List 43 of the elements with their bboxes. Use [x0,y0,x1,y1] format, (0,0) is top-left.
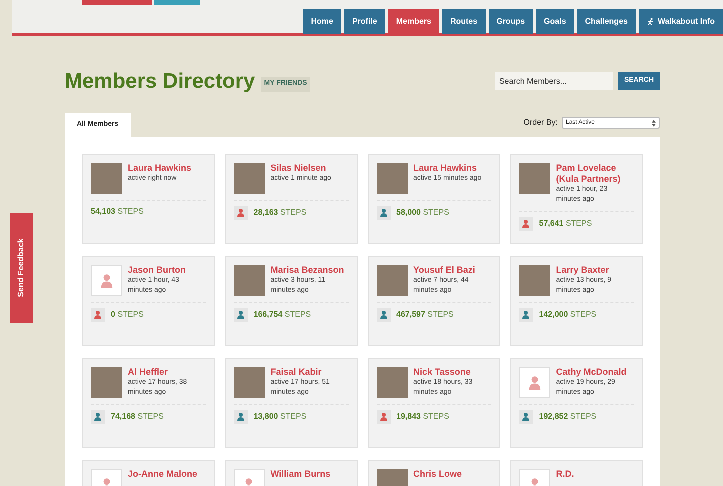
steps-count: 58,000 STEPS [396,207,450,219]
steps-count: 19,843 STEPS [396,411,450,423]
order-by-label: Order By: [524,117,558,129]
steps-count: 142,000 STEPS [539,309,597,321]
nav-tab[interactable]: Challenges [577,9,636,34]
feedback-tab[interactable]: Send Feedback [10,213,33,323]
nav-tab[interactable]: Walkabout Info [638,9,723,34]
member-name[interactable]: Laura Hawkins [414,163,482,174]
member-name[interactable]: Yousuf El Bazi [414,265,492,276]
nav-tab[interactable]: Home [303,9,342,34]
member-name[interactable]: Cathy McDonald [556,367,634,378]
member-name[interactable]: Nick Tassone [414,367,492,378]
member-name[interactable]: R.D. [556,469,574,480]
steps-count: 74,168 STEPS [111,411,164,423]
steps-count: 467,597 STEPS [396,309,454,321]
person-silhouette-icon [98,272,114,288]
nav-tab[interactable]: Groups [488,9,534,34]
nav-tab[interactable]: Routes [442,9,486,34]
steps-count: 54,103 STEPS [91,206,144,218]
search-field[interactable]: Search Members... [495,72,614,90]
member-name[interactable]: Laura Hawkins [128,163,192,174]
member-name[interactable]: Marisa Bezanson [270,265,348,276]
member-name[interactable]: Jason Burton [128,265,206,276]
member-name[interactable]: Larry Baxter [556,265,634,276]
select-arrows-icon [652,120,656,126]
member-name[interactable]: William Burns [270,469,331,480]
steps-count: 13,800 STEPS [254,411,307,423]
steps-count: 0 STEPS [111,309,144,321]
person-silhouette-icon [526,374,543,390]
member-name[interactable]: Jo-Anne Malone [128,469,198,480]
steps-count: 57,641 STEPS [539,218,592,230]
nav-tab[interactable]: Goals [536,9,574,34]
steps-count: 192,852 STEPS [539,411,597,423]
member-name[interactable]: Faisal Kabir [270,367,348,378]
member-name[interactable]: Pam Lovelace (Kula Partners) [556,163,634,185]
steps-count: 166,754 STEPS [254,309,312,321]
nav-tab[interactable]: Members [388,9,440,34]
steps-count: 28,163 STEPS [254,207,307,219]
nav-tab[interactable]: Profile [344,9,386,34]
member-name[interactable]: Al Heffler [128,367,206,378]
member-name[interactable]: Chris Lowe [414,469,462,480]
member-name[interactable]: Silas Nielsen [270,163,332,174]
page-title: Members Directory [65,70,256,92]
